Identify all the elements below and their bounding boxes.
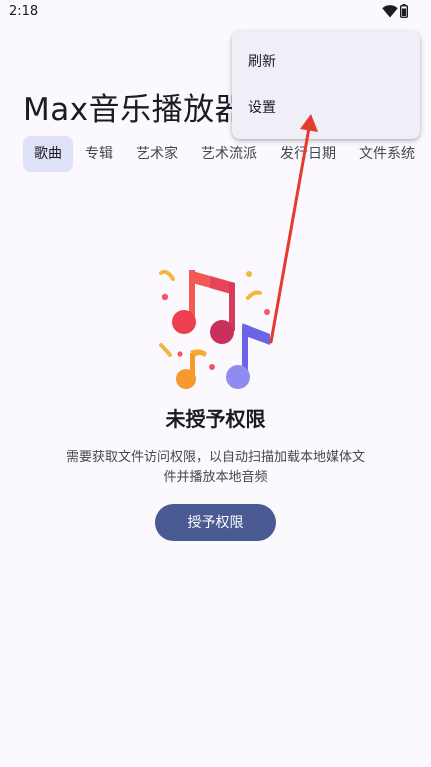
grant-permission-button[interactable]: 授予权限 [155,504,276,541]
empty-state-title: 未授予权限 [165,407,266,431]
tab-genres[interactable]: 艺术流派 [190,136,268,172]
music-notes-icon [159,269,270,389]
menu-item-refresh[interactable]: 刷新 [232,39,420,85]
app-title: Max音乐播放器 [23,92,247,128]
navigation-bar [0,745,431,767]
overflow-menu: 刷新 设置 [232,31,420,139]
menu-item-settings[interactable]: 设置 [232,85,420,131]
tab-artists[interactable]: 艺术家 [125,136,189,172]
status-bar: 2:18 [0,0,431,26]
tab-bar: 歌曲 专辑 艺术家 艺术流派 发行日期 文件系统 [23,136,427,172]
empty-state-description: 需要获取文件访问权限，以自动扫描加载本地媒体文件并播放本地音频 [65,450,365,485]
tab-songs[interactable]: 歌曲 [23,136,73,172]
battery-icon [400,4,408,18]
wifi-icon [382,5,398,18]
tab-albums[interactable]: 专辑 [74,136,124,172]
tab-release-dates[interactable]: 发行日期 [269,136,347,172]
status-time: 2:18 [9,4,39,19]
app-screen: 2:18 Max音乐播放器 歌曲 专辑 艺术家 艺术流派 发行日期 文件系统 未… [0,0,431,767]
tab-file-system[interactable]: 文件系统 [348,136,426,172]
